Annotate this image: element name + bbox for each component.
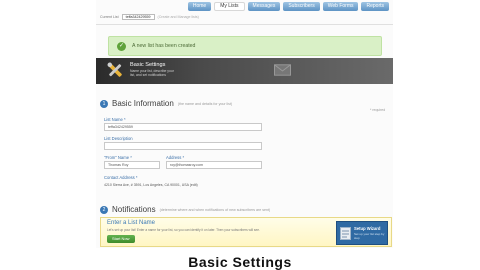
email-label: Address * [166, 155, 185, 160]
top-nav: Home My Lists Messages Subscribers Web F… [187, 2, 389, 11]
tab-reports[interactable]: Reports [361, 2, 389, 11]
wizard-title: Setup Wizard [354, 226, 381, 231]
settings-banner: Basic Settings Name your list, describe … [96, 58, 393, 84]
notifications-subtitle: (determine where and when notifications … [159, 207, 271, 212]
success-notice: ✓ A new list has been created [108, 36, 382, 56]
from-name-input[interactable]: Thomas Roy [104, 161, 160, 169]
start-now-button[interactable]: Start Now [107, 235, 135, 243]
tab-web-forms[interactable]: Web Forms [322, 2, 359, 11]
list-name-label: List Name * [104, 117, 126, 122]
checkmark-icon: ✓ [117, 41, 126, 51]
basic-information-subtitle: (the name and details for your list) [177, 101, 233, 106]
basic-information-title: Basic Information [112, 99, 174, 108]
list-description-input[interactable] [104, 142, 262, 150]
wizard-subtitle: Set up your list step by step [354, 232, 385, 240]
list-name-promo: Enter a List Name Let's set up your list… [100, 217, 392, 247]
setup-wizard-button[interactable]: Setup Wizard Set up your list step by st… [336, 221, 388, 245]
tab-messages[interactable]: Messages [247, 2, 281, 11]
current-list-label: Current List [100, 15, 119, 19]
wizard-icon [340, 227, 351, 240]
tab-home[interactable]: Home [187, 2, 212, 11]
current-list-select[interactable]: teffa342429559 [121, 14, 155, 20]
envelope-icon [274, 64, 291, 76]
required-note: * required [370, 108, 386, 112]
list-name-input[interactable]: teffa342429559 [104, 123, 262, 131]
tab-my-lists[interactable]: My Lists [214, 2, 245, 11]
notifications-title: Notifications [112, 205, 156, 214]
list-description-label: List Description [104, 136, 133, 141]
basic-information-heading: 1 Basic Information (the name and detail… [100, 99, 232, 108]
email-input[interactable]: roy@thomasroy.com [166, 161, 262, 169]
tab-subscribers[interactable]: Subscribers [283, 2, 320, 11]
promo-description: Let's set up your list! Enter a name for… [107, 228, 260, 232]
divider [96, 24, 393, 25]
success-notice-text: A new list has been created [132, 43, 196, 49]
video-caption: Basic Settings [188, 254, 292, 270]
contact-address-value[interactable]: 4210 Sierra Ave, # 3591, Los Angeles, CA… [104, 183, 198, 187]
contact-address-label: Contact Address * [104, 175, 138, 180]
promo-title: Enter a List Name [107, 220, 156, 226]
banner-title: Basic Settings [130, 62, 166, 68]
manage-lists-link[interactable]: (Create and Manage lists) [158, 15, 199, 19]
banner-description: Name your list, describe your list, and … [130, 69, 174, 77]
step-number-icon: 2 [100, 205, 108, 214]
from-name-label: "From" Name * [104, 155, 132, 160]
step-number-icon: 1 [100, 99, 108, 108]
current-list-bar: Current List teffa342429559 (Create and … [100, 14, 199, 20]
tools-icon [107, 62, 122, 77]
notifications-heading: 2 Notifications (determine where and whe… [100, 205, 270, 214]
